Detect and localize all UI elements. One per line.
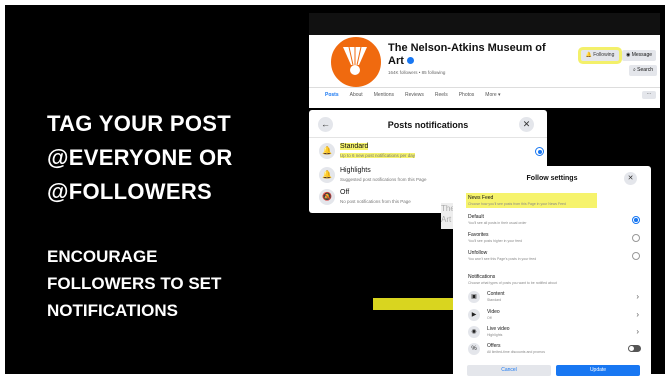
page-tabs: Posts About Mentions Reviews Reels Photo… xyxy=(325,92,501,98)
option-label: Standard xyxy=(340,143,369,150)
feed-option-unfollow-label: Unfollow xyxy=(468,250,488,256)
tab-mentions[interactable]: Mentions xyxy=(374,92,394,98)
notification-row-content[interactable]: ▣ Content Standard › xyxy=(468,290,643,306)
row-desc: Standard xyxy=(487,298,502,302)
notifications-title: Notifications xyxy=(468,274,496,280)
messenger-icon: ◉ xyxy=(625,52,631,58)
offers-toggle[interactable] xyxy=(628,345,641,352)
close-icon[interactable]: ✕ xyxy=(519,117,534,132)
close-icon[interactable]: ✕ xyxy=(624,172,637,185)
option-standard[interactable]: 🔔 Standard Up to 6 new post notification… xyxy=(319,141,544,163)
headline-line-2: @EVERYONE OR xyxy=(47,145,233,170)
tab-posts[interactable]: Posts xyxy=(325,92,339,98)
nav-divider xyxy=(309,87,660,88)
option-desc: Up to 6 new post notifications per day xyxy=(340,153,416,158)
offers-icon: % xyxy=(468,343,480,355)
tab-more[interactable]: More ▾ xyxy=(485,92,500,98)
radio-default[interactable] xyxy=(632,216,640,224)
notification-row-live-video[interactable]: ◉ Live video Highlights › xyxy=(468,325,643,341)
row-desc: Highlights xyxy=(487,333,503,337)
following-button[interactable]: 🔔 Following xyxy=(581,50,619,61)
row-label: Offers xyxy=(487,343,501,349)
feed-option-default-label: Default xyxy=(468,214,484,220)
cover-photo xyxy=(309,13,660,35)
notifications-desc: Choose what types of posts you want to b… xyxy=(468,281,557,285)
news-feed-desc: Choose how you'll see posts from this Pa… xyxy=(468,202,566,206)
bell-icon: 🔔 xyxy=(319,167,335,183)
content-icon: ▣ xyxy=(468,291,480,303)
option-label: Off xyxy=(340,189,350,196)
chevron-right-icon: › xyxy=(636,310,639,319)
search-icon: ⌕ xyxy=(632,67,636,73)
tab-about[interactable]: About xyxy=(350,92,363,98)
row-label: Live video xyxy=(487,326,510,332)
headline: TAG YOUR POST @EVERYONE OR @FOLLOWERS xyxy=(47,107,307,209)
tab-photos[interactable]: Photos xyxy=(459,92,475,98)
cancel-button[interactable]: Cancel xyxy=(467,365,551,376)
headline-line-1: TAG YOUR POST xyxy=(47,111,231,136)
feed-option-default-desc: You'll see all posts in their usual orde… xyxy=(468,221,527,225)
radio-favorites[interactable] xyxy=(632,234,640,242)
decorative-yellow-bar xyxy=(373,298,456,310)
feed-option-favorites-desc: You'll see posts higher in your feed xyxy=(468,239,523,243)
headline-line-3: @FOLLOWERS xyxy=(47,179,212,204)
search-label: Search xyxy=(637,67,654,73)
dialog-title: Follow settings xyxy=(526,175,578,182)
bell-icon: 🔔 xyxy=(319,143,335,159)
radio-unfollow[interactable] xyxy=(632,252,640,260)
page-follower-count: 164K followers • 85 following xyxy=(388,70,446,75)
shuttlecock-icon xyxy=(343,46,367,75)
subhead: ENCOURAGE FOLLOWERS TO SET NOTIFICATIONS xyxy=(47,243,307,324)
video-icon: ▶ xyxy=(468,309,480,321)
message-button[interactable]: ◉ Message xyxy=(622,50,656,61)
chevron-right-icon: › xyxy=(636,327,639,336)
feed-option-unfollow-desc: You won't see this Page's posts in your … xyxy=(468,257,537,261)
page-name: The Nelson-Atkins Museum of Art xyxy=(388,42,548,68)
bell-icon: 🔔 xyxy=(585,52,592,58)
radio-selected[interactable] xyxy=(535,147,544,156)
tab-reels[interactable]: Reels xyxy=(435,92,448,98)
search-button[interactable]: ⌕ Search xyxy=(629,65,657,76)
follow-settings-dialog: Follow settings ✕ News Feed Choose how y… xyxy=(453,166,651,379)
facebook-page-header: The Nelson-Atkins Museum of Art 164K fol… xyxy=(309,13,660,108)
dialog-divider xyxy=(309,137,547,138)
option-label: Highlights xyxy=(340,167,371,174)
notification-row-offers[interactable]: % Offers All limited-time discounts and … xyxy=(468,342,643,358)
feed-option-favorites-label: Favorites xyxy=(468,232,489,238)
row-label: Video xyxy=(487,309,500,315)
row-desc: Off xyxy=(487,316,492,320)
subhead-line-1: ENCOURAGE xyxy=(47,247,158,266)
option-desc: No post notifications from this Page xyxy=(340,199,411,204)
bell-off-icon: 🔕 xyxy=(319,189,335,205)
more-options-button[interactable]: ··· xyxy=(642,91,656,99)
page-logo[interactable] xyxy=(329,35,383,89)
notification-row-video[interactable]: ▶ Video Off › xyxy=(468,308,643,324)
chevron-right-icon: › xyxy=(636,292,639,301)
row-desc: All limited-time discounts and promos xyxy=(487,350,545,354)
following-label: Following xyxy=(593,52,615,58)
tab-reviews[interactable]: Reviews xyxy=(405,92,424,98)
row-label: Content xyxy=(487,291,505,297)
subhead-line-3: NOTIFICATIONS xyxy=(47,301,178,320)
option-desc: Suggested post notifications from this P… xyxy=(340,177,427,182)
update-button[interactable]: Update xyxy=(556,365,640,376)
message-label: Message xyxy=(631,52,653,58)
subhead-line-2: FOLLOWERS TO SET xyxy=(47,274,222,293)
live-video-icon: ◉ xyxy=(468,326,480,338)
news-feed-title: News Feed xyxy=(468,195,494,201)
dialog-title: Posts notifications xyxy=(387,120,469,130)
verified-icon xyxy=(406,57,414,64)
